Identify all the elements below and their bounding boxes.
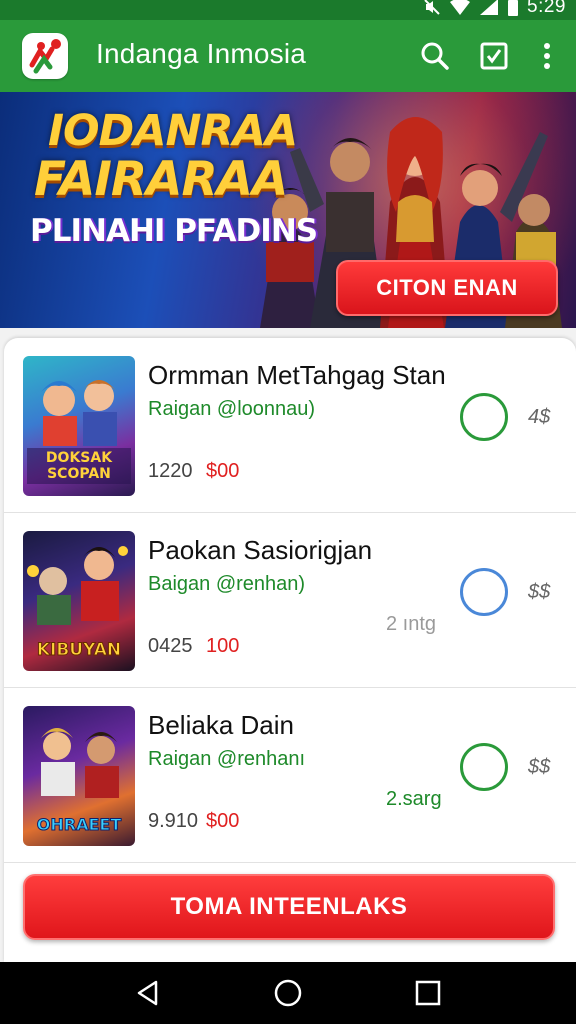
game-rank: 4$ <box>528 406 551 428</box>
main-action-button[interactable]: TOMA INTEENLAKS <box>23 874 555 940</box>
back-icon[interactable] <box>128 973 168 1013</box>
mute-icon <box>423 0 441 16</box>
search-icon[interactable] <box>417 38 453 74</box>
game-subtitle: Raigan @loonnau) <box>148 398 316 420</box>
game-row[interactable]: OHRAEET Beliaka Dain Raigan @renhanı 9.9… <box>4 688 576 863</box>
game-code: 0425 <box>148 635 193 657</box>
game-row[interactable]: KIBUYAN Paokan Sasiorigjan Baigan @renha… <box>4 513 576 688</box>
game-code: 1220 <box>148 460 193 482</box>
game-list-card: DOKSAK SCOPAN Ormman MetTahgag Stan Raig… <box>4 338 576 962</box>
game-subtitle: Raigan @renhanı <box>148 748 306 770</box>
game-rank: $$ <box>528 756 551 778</box>
recents-icon[interactable] <box>408 973 448 1013</box>
checkbox-icon[interactable] <box>476 38 512 74</box>
app-title: Indanga Inmosia <box>96 38 307 69</box>
game-name: Beliaka Dain <box>148 710 294 740</box>
game-players: 2 ıntg <box>386 613 437 635</box>
banner-subtitle: PLINAHI PFADINS <box>30 213 318 249</box>
game-name: Ormman MetTahgag Stan <box>148 360 446 390</box>
banner-title-line1: IODANRAA <box>48 106 298 156</box>
battery-icon <box>507 0 519 16</box>
system-nav-bar <box>0 962 576 1024</box>
promo-banner[interactable]: IODANRAA FAIRARAA PLINAHI PFADINS CITON … <box>0 92 576 328</box>
game-price: 100 <box>206 635 240 657</box>
wifi-icon <box>449 0 471 16</box>
svg-text:SCOPAN: SCOPAN <box>47 466 111 482</box>
game-thumbnail[interactable]: KIBUYAN <box>23 531 135 671</box>
app-logo-icon[interactable] <box>22 33 68 79</box>
status-bar: 5:29 <box>0 0 576 20</box>
svg-text:OHRAEET: OHRAEET <box>37 815 122 834</box>
game-players: 2.sarg <box>386 788 442 810</box>
game-row[interactable]: DOKSAK SCOPAN Ormman MetTahgag Stan Raig… <box>4 338 576 513</box>
banner-title-line2: FAIRARAA <box>34 152 288 207</box>
app-bar: Indanga Inmosia <box>0 20 576 92</box>
signal-icon <box>479 0 499 16</box>
game-thumbnail[interactable]: OHRAEET <box>23 706 135 846</box>
game-code: 9.910 <box>148 810 199 832</box>
game-price: $00 <box>206 460 240 482</box>
game-price: $00 <box>206 810 240 832</box>
svg-text:DOKSAK: DOKSAK <box>46 450 113 466</box>
game-subtitle: Baigan @renhan) <box>148 573 306 595</box>
status-time: 5:29 <box>527 0 566 17</box>
home-icon[interactable] <box>268 973 308 1013</box>
svg-text:KIBUYAN: KIBUYAN <box>37 640 121 660</box>
game-status-toggle[interactable] <box>460 743 508 791</box>
game-thumbnail[interactable]: DOKSAK SCOPAN <box>23 356 135 496</box>
game-status-toggle[interactable] <box>460 568 508 616</box>
game-name: Paokan Sasiorigjan <box>148 535 373 565</box>
game-rank: $$ <box>528 581 551 603</box>
game-status-toggle[interactable] <box>460 393 508 441</box>
more-vert-icon[interactable] <box>529 38 565 74</box>
banner-action-button[interactable]: CITON ENAN <box>336 260 558 316</box>
